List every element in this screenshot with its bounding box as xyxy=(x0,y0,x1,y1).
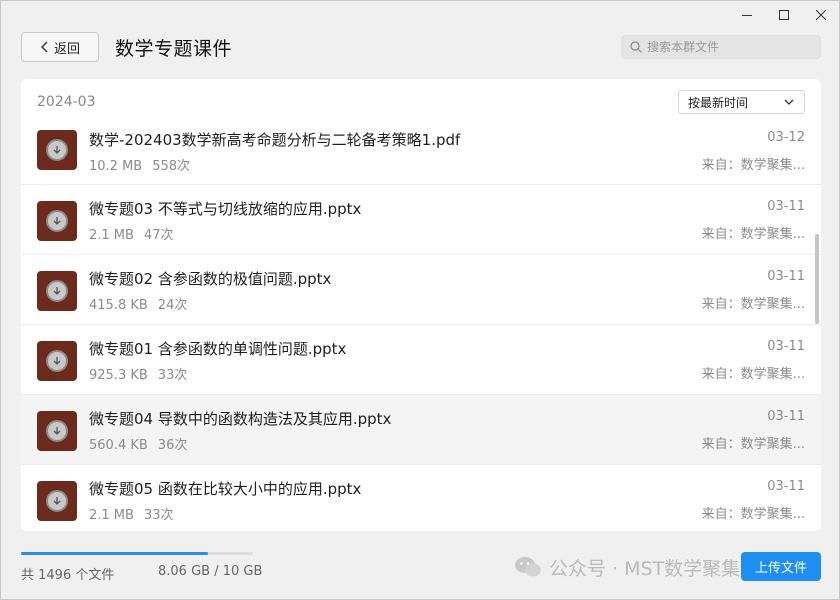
close-icon xyxy=(815,10,826,20)
file-name: 数学-202403数学新高考命题分析与二轮备考策略1.pdf xyxy=(89,131,461,149)
upload-button[interactable]: 上传文件 xyxy=(741,552,821,581)
download-count: 47次 xyxy=(143,228,174,243)
file-meta: 10.2 MB 558次 xyxy=(89,155,190,174)
file-icon xyxy=(37,201,77,241)
file-date: 03-11 xyxy=(767,339,805,354)
download-icon xyxy=(53,497,61,505)
file-name: 微专题02 含参函数的极值问题.pptx xyxy=(89,270,332,288)
file-size: 560.4 KB xyxy=(89,438,148,453)
download-icon xyxy=(53,357,61,365)
file-icon xyxy=(37,411,77,451)
search-icon xyxy=(630,41,642,53)
download-count: 33次 xyxy=(157,368,188,383)
file-size: 2.1 MB xyxy=(89,508,134,523)
page-title: 数学专题课件 xyxy=(115,38,233,60)
file-size: 415.8 KB xyxy=(89,298,148,313)
chevron-down-icon xyxy=(784,99,794,105)
file-name: 微专题01 含参函数的单调性问题.pptx xyxy=(89,340,347,358)
file-name: 微专题04 导数中的函数构造法及其应用.pptx xyxy=(89,410,392,428)
file-row[interactable]: 微专题01 含参函数的单调性问题.pptx 925.3 KB 33次 03-11 … xyxy=(21,325,821,395)
file-size: 925.3 KB xyxy=(89,368,148,383)
file-source: 来自：数学聚集... xyxy=(701,437,805,452)
file-icon xyxy=(37,130,77,170)
minimize-icon xyxy=(741,15,752,16)
download-icon xyxy=(53,287,61,295)
file-source: 来自：数学聚集... xyxy=(701,158,805,173)
download-icon xyxy=(53,427,61,435)
window-controls xyxy=(728,1,839,29)
maximize-button[interactable] xyxy=(765,1,802,29)
file-meta: 415.8 KB 24次 xyxy=(89,294,187,313)
file-size: 10.2 MB xyxy=(89,159,143,174)
file-panel: 2024-03 按最新时间 数学-202403数学新高考命题分析与二轮备考策略1… xyxy=(21,79,821,531)
file-date: 03-11 xyxy=(767,269,805,284)
download-icon xyxy=(53,217,61,225)
file-row[interactable]: 微专题03 不等式与切线放缩的应用.pptx 2.1 MB 47次 03-11 来… xyxy=(21,185,821,255)
minimize-button[interactable] xyxy=(728,1,765,29)
file-date: 03-11 xyxy=(767,479,805,494)
file-date: 03-11 xyxy=(767,409,805,424)
storage-progress-fill xyxy=(21,552,208,555)
file-source: 来自：数学聚集... xyxy=(701,227,805,242)
watermark-text: 公众号 · MST数学聚集地 xyxy=(549,557,760,580)
file-date: 03-11 xyxy=(767,199,805,214)
search-input[interactable] xyxy=(647,40,817,54)
file-name: 微专题03 不等式与切线放缩的应用.pptx xyxy=(89,200,362,218)
search-box[interactable] xyxy=(621,35,821,59)
file-meta: 925.3 KB 33次 xyxy=(89,364,187,383)
maximize-icon xyxy=(778,10,789,20)
file-row[interactable]: 微专题05 函数在比较大小中的应用.pptx 2.1 MB 33次 03-11 来… xyxy=(21,465,821,531)
download-icon xyxy=(53,146,61,154)
file-name: 微专题05 函数在比较大小中的应用.pptx xyxy=(89,480,362,498)
file-row[interactable]: 数学-202403数学新高考命题分析与二轮备考策略1.pdf 10.2 MB 55… xyxy=(21,125,821,185)
file-row[interactable]: 微专题02 含参函数的极值问题.pptx 415.8 KB 24次 03-11 来… xyxy=(21,255,821,325)
back-button-label: 返回 xyxy=(53,41,80,57)
file-icon xyxy=(37,341,77,381)
download-count: 558次 xyxy=(152,159,191,174)
file-list: 数学-202403数学新高考命题分析与二轮备考策略1.pdf 10.2 MB 55… xyxy=(21,125,821,531)
file-meta: 2.1 MB 47次 xyxy=(89,224,174,243)
file-source: 来自：数学聚集... xyxy=(701,297,805,312)
file-source: 来自：数学聚集... xyxy=(701,507,805,522)
file-size: 2.1 MB xyxy=(89,228,134,243)
sort-select-label: 按最新时间 xyxy=(688,95,749,110)
file-row[interactable]: 微专题04 导数中的函数构造法及其应用.pptx 560.4 KB 36次 03-… xyxy=(21,395,821,465)
download-count: 24次 xyxy=(157,298,188,313)
file-source: 来自：数学聚集... xyxy=(701,367,805,382)
file-meta: 560.4 KB 36次 xyxy=(89,434,187,453)
file-count: 共 1496 个文件 xyxy=(21,568,115,583)
back-button[interactable]: 返回 xyxy=(21,32,99,62)
file-date: 03-12 xyxy=(767,130,805,145)
watermark: 公众号 · MST数学聚集地 xyxy=(513,552,759,582)
panel-header: 2024-03 按最新时间 xyxy=(21,79,821,125)
month-label: 2024-03 xyxy=(37,94,96,110)
storage-progress xyxy=(21,552,253,555)
wechat-icon xyxy=(515,557,541,577)
scrollbar[interactable] xyxy=(815,234,819,324)
download-count: 33次 xyxy=(143,508,174,523)
file-meta: 2.1 MB 33次 xyxy=(89,504,174,523)
close-button[interactable] xyxy=(802,1,839,29)
download-count: 36次 xyxy=(157,438,188,453)
storage-quota: 8.06 GB / 10 GB xyxy=(158,564,263,579)
file-icon xyxy=(37,271,77,311)
sort-select[interactable]: 按最新时间 xyxy=(678,90,805,114)
file-icon xyxy=(37,481,77,521)
chevron-left-icon xyxy=(40,41,48,53)
